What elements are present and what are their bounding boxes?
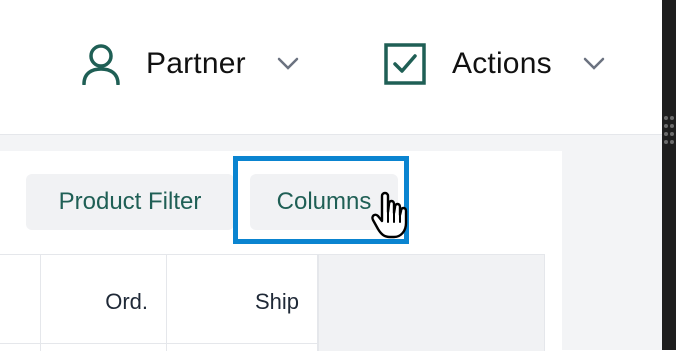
window-edge-strip <box>662 0 676 350</box>
ord-header-label: Ord. <box>105 289 148 314</box>
table-header-ord[interactable]: Ord. <box>41 255 167 351</box>
top-navigation-bar: Partner Actions <box>0 0 662 135</box>
row-divider <box>0 343 318 344</box>
table-empty-area <box>318 255 545 351</box>
user-icon <box>80 43 122 85</box>
checkbox-icon <box>384 43 426 85</box>
ship-header-label: Ship <box>254 289 299 314</box>
table-header-row: Ord. Ship <box>0 254 545 351</box>
partner-label: Partner <box>146 47 246 80</box>
table-header-cell <box>0 255 41 351</box>
actions-menu[interactable]: Actions <box>384 40 606 88</box>
chevron-down-icon <box>582 52 606 76</box>
partner-menu[interactable]: Partner <box>80 40 300 88</box>
product-filter-button[interactable]: Product Filter <box>26 174 234 230</box>
chevron-down-icon <box>276 52 300 76</box>
actions-label: Actions <box>452 47 552 80</box>
table-header-ship[interactable]: Ship <box>167 255 318 351</box>
hand-cursor-icon <box>371 191 408 239</box>
